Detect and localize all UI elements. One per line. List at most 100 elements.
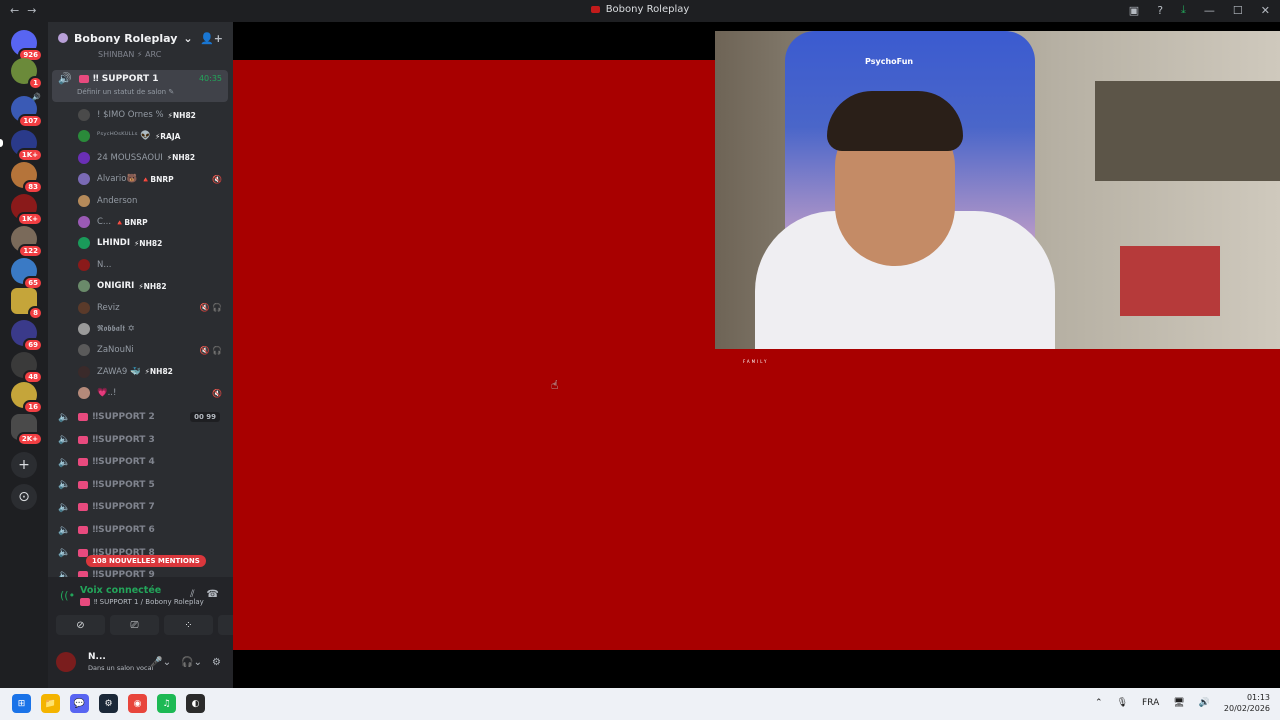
guild-icon[interactable]: 1: [11, 58, 43, 90]
guild-icon[interactable]: 🔊 107: [11, 93, 43, 128]
add-member-icon[interactable]: 👤+: [200, 32, 223, 45]
voice-channel-support-1[interactable]: 🔊 ‼ SUPPORT 1 40:35 Définir un statut de…: [52, 70, 228, 102]
channel-name: SUPPORT 7: [98, 502, 155, 513]
camera-button[interactable]: ⊘: [56, 615, 105, 635]
user-name: C...: [97, 217, 112, 227]
channel-sidebar: Bobony Roleplay ⌄ 👤+ SHINBAN ⚡ ARC 🔊 ‼ S…: [48, 22, 233, 688]
chevron-up-icon[interactable]: ⌃: [1095, 698, 1103, 708]
window-title-text: Bobony Roleplay: [605, 4, 690, 15]
mute-status-icon: 🔇: [212, 174, 222, 184]
voice-user[interactable]: Reviz 🔇 🎧: [78, 298, 228, 318]
chrome-icon[interactable]: ◉: [128, 694, 147, 713]
signal-icon[interactable]: ((•: [60, 589, 75, 602]
voice-user[interactable]: 💗..! 🔇: [78, 383, 228, 403]
start-button[interactable]: ⊞: [12, 694, 31, 713]
speaker-icon: 🔈: [58, 501, 71, 513]
guild-badge: 1: [28, 76, 43, 90]
voice-channel[interactable]: 🔈 ‼ SUPPORT 2 00 99: [58, 407, 228, 427]
guild-icon[interactable]: 1K+: [11, 194, 43, 226]
window-title: Bobony Roleplay: [0, 4, 1280, 15]
voice-channel[interactable]: 🔈 ‼ SUPPORT 6: [58, 520, 228, 540]
disconnect-icon[interactable]: ☎: [207, 589, 219, 600]
guild-icon[interactable]: 65: [11, 258, 43, 290]
guild-folder-icon[interactable]: 2K+: [11, 414, 43, 446]
voice-user[interactable]: Anderson: [78, 191, 228, 211]
language-indicator[interactable]: FRA: [1142, 698, 1159, 708]
direct-messages-icon[interactable]: 926: [11, 30, 43, 62]
voice-user[interactable]: ! $IMO Ornes % ⚡NH82: [78, 105, 228, 125]
add-server-icon[interactable]: +: [11, 452, 37, 478]
voice-user[interactable]: 𝕽𝖔𝖇𝖇𝖆𝖑𝖙 ✡: [78, 319, 228, 339]
soundboard-button[interactable]: ✺: [218, 615, 233, 635]
app-icon[interactable]: ◐: [186, 694, 205, 713]
discord-taskbar-icon[interactable]: 💬: [70, 694, 89, 713]
voice-user[interactable]: N...: [78, 255, 228, 275]
voice-user[interactable]: 24 MOUSSAOUI ⚡NH82: [78, 148, 228, 168]
voice-user[interactable]: ᴾˢʸᶜᴴᴼˢᴷᵁᴸᴸˢ 👽 ⚡RAJA: [78, 126, 228, 146]
webcam-shelf: [1095, 81, 1280, 181]
user-tag: 🔺BNRP: [115, 217, 148, 227]
download-icon[interactable]: ⤓: [1181, 3, 1186, 17]
voice-connected-status[interactable]: Voix connectée: [80, 585, 161, 596]
voice-user[interactable]: C... 🔺BNRP: [78, 212, 228, 232]
speaker-icon: 🔊: [32, 93, 41, 101]
microphone-tray-icon[interactable]: 🎙: [1117, 698, 1128, 708]
volume-icon[interactable]: 🔊: [1199, 698, 1210, 708]
voice-user[interactable]: ONIGIRI ⚡NH82: [78, 276, 228, 296]
chair-brand: PsychoFun: [865, 57, 914, 66]
guild-icon[interactable]: 83: [11, 162, 43, 194]
guild-badge: 83: [23, 180, 43, 194]
new-mentions-banner[interactable]: 108 NOUVELLES MENTIONS: [86, 555, 206, 567]
clock[interactable]: 01:13 20/02/2026: [1224, 692, 1270, 714]
voice-user[interactable]: LHINDI ⚡NH82: [78, 233, 228, 253]
mute-status-icon: 🔇: [212, 388, 222, 398]
close-button[interactable]: ✕: [1261, 4, 1270, 17]
guild-icon[interactable]: 48: [11, 352, 43, 384]
maximize-button[interactable]: ☐: [1233, 4, 1243, 17]
guild-icon[interactable]: 122: [11, 226, 43, 258]
selected-indicator: [0, 139, 3, 147]
voice-channel[interactable]: 🔈 ‼ SUPPORT 5: [58, 475, 228, 495]
channel-status[interactable]: Définir un statut de salon ✎: [77, 88, 174, 96]
voice-user[interactable]: Alvario🐻 🔺BNRP 🔇: [78, 169, 228, 189]
spotify-icon[interactable]: ♫: [157, 694, 176, 713]
file-explorer-icon[interactable]: 📁: [41, 694, 60, 713]
window-titlebar: ← → Bobony Roleplay ▣ ? ⤓ — ☐ ✕: [0, 0, 1280, 22]
voice-user[interactable]: ZAWA9 🐳 ⚡NH82: [78, 362, 228, 382]
guild-icon[interactable]: 16: [11, 382, 43, 414]
guild-icon[interactable]: 8: [11, 288, 43, 320]
settings-gear-icon[interactable]: ⚙: [212, 657, 221, 668]
inbox-icon[interactable]: ▣: [1129, 4, 1139, 17]
username: N...: [88, 652, 106, 662]
noise-suppression-icon[interactable]: ⫽: [190, 589, 194, 600]
minimize-button[interactable]: —: [1204, 4, 1215, 17]
guild-badge: 16: [23, 400, 43, 414]
user-name: 24 MOUSSAOUI: [97, 152, 163, 163]
channel-name: SUPPORT 4: [98, 457, 155, 468]
microphone-icon[interactable]: 🎤⌄: [150, 657, 171, 668]
stream-viewer[interactable]: PsychoFun FAMILY ☝: [233, 22, 1280, 688]
voice-channel-location[interactable]: ‼ SUPPORT 1 / Bobony Roleplay: [80, 598, 204, 606]
activities-button[interactable]: ⁘: [164, 615, 213, 635]
speaker-icon: 🔈: [58, 524, 71, 536]
user-name: ᴾˢʸᶜᴴᴼˢᴷᵁᴸᴸˢ 👽: [97, 131, 151, 142]
headphones-icon[interactable]: 🎧⌄: [181, 657, 202, 668]
user-tag: 🔺BNRP: [141, 174, 174, 184]
user-panel[interactable]: N... Dans un salon vocal: [56, 652, 153, 672]
voice-channel[interactable]: 🔈 ‼ SUPPORT 4: [58, 452, 228, 472]
help-icon[interactable]: ?: [1157, 4, 1163, 17]
server-logo-icon: [590, 6, 600, 13]
speaker-icon: 🔈: [58, 456, 71, 468]
hand-cursor-icon: ☝: [551, 378, 559, 392]
network-icon[interactable]: 🖥: [1173, 698, 1184, 708]
discover-icon[interactable]: ⊙: [11, 484, 37, 510]
voice-user[interactable]: ZaNouNi 🔇 🎧: [78, 340, 228, 360]
guild-icon[interactable]: 69: [11, 320, 43, 352]
voice-channel[interactable]: 🔈 ‼ SUPPORT 3: [58, 430, 228, 450]
guild-icon[interactable]: 1K+: [0, 130, 43, 162]
voice-channel[interactable]: 🔈 ‼ SUPPORT 7: [58, 497, 228, 517]
steam-icon[interactable]: ⚙: [99, 694, 118, 713]
screen-share-button[interactable]: ⎚: [110, 615, 159, 635]
sos-icon: [78, 526, 89, 534]
user-name: LHINDI: [97, 238, 131, 249]
